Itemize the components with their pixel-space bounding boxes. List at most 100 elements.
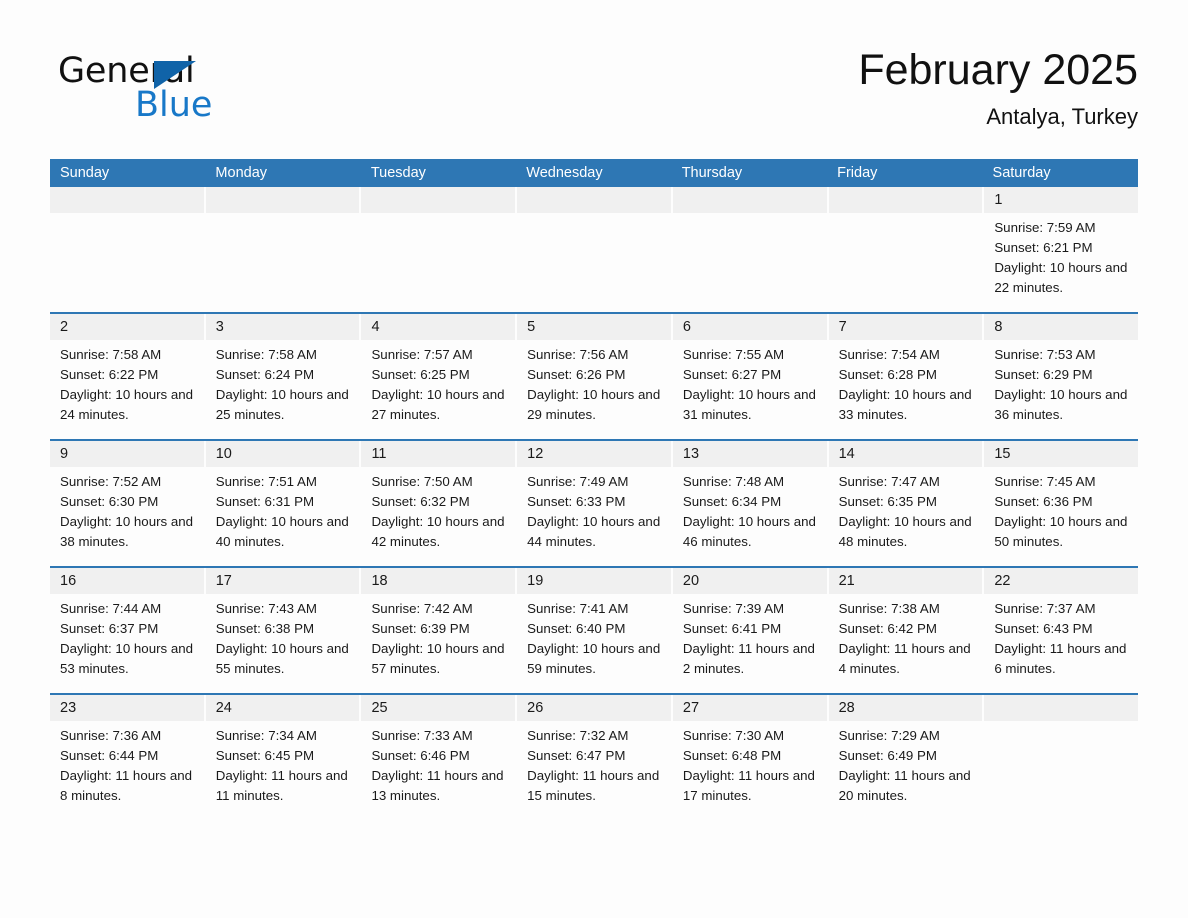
sunrise-text: Sunrise: 7:45 AM	[994, 474, 1096, 489]
sunrise-text: Sunrise: 7:49 AM	[527, 474, 629, 489]
day-number: 25	[361, 695, 516, 721]
day-number: 1	[984, 187, 1139, 213]
day-cell[interactable]: 21 Sunrise: 7:38 AM Sunset: 6:42 PM Dayligh…	[828, 568, 985, 693]
day-number: 24	[205, 695, 360, 721]
sunset-text: Sunset: 6:40 PM	[527, 621, 626, 636]
day-number: 12	[517, 441, 671, 467]
location-subtitle: Antalya, Turkey	[986, 104, 1138, 129]
weekday-header-thursday: Thursday	[681, 165, 743, 181]
day-cell[interactable]: 13 Sunrise: 7:48 AM Sunset: 6:34 PM Dayligh…	[672, 441, 829, 566]
day-cell[interactable]: 4 Sunrise: 7:57 AM Sunset: 6:25 PM Daylight…	[361, 314, 518, 439]
sunset-text: Sunset: 6:38 PM	[215, 621, 315, 636]
sunset-text: Sunset: 6:22 PM	[60, 367, 159, 382]
day-cell[interactable]: 9 Sunrise: 7:52 AM Sunset: 6:30 PM Daylight…	[50, 441, 206, 566]
daylight-text: Daylight: 11 hours and 13 minutes.	[371, 768, 504, 803]
day-details: Sunrise: 7:36 AM Sunset: 6:44 PM Daylight:…	[50, 721, 204, 820]
daylight-text: Daylight: 10 hours and 31 minutes.	[682, 387, 816, 422]
daylight-text: Daylight: 11 hours and 11 minutes.	[215, 768, 348, 803]
day-cell[interactable]: 26 Sunrise: 7:32 AM Sunset: 6:47 PM Dayligh…	[517, 695, 673, 820]
daylight-text: Daylight: 11 hours and 20 minutes.	[838, 768, 971, 803]
daylight-text: Daylight: 11 hours and 4 minutes.	[838, 641, 971, 676]
sunrise-text: Sunrise: 7:37 AM	[994, 601, 1096, 616]
sunset-text: Sunset: 6:29 PM	[994, 367, 1093, 382]
day-number: 23	[50, 695, 204, 721]
day-cell[interactable]: 2 Sunrise: 7:58 AM Sunset: 6:22 PM Daylight…	[50, 314, 206, 439]
day-cell-empty	[828, 187, 985, 312]
day-details	[206, 213, 360, 312]
day-cell[interactable]: 7 Sunrise: 7:54 AM Sunset: 6:28 PM Daylight…	[828, 314, 985, 439]
calendar-table: Sunday Monday Tuesday Wednesday Thursday…	[50, 159, 1139, 820]
day-cell-empty	[50, 187, 206, 312]
day-details: Sunrise: 7:58 AM Sunset: 6:22 PM Daylight:…	[50, 340, 204, 439]
day-cell[interactable]: 11 Sunrise: 7:50 AM Sunset: 6:32 PM Dayligh…	[361, 441, 518, 566]
day-details: Sunrise: 7:54 AM Sunset: 6:28 PM Daylight:…	[829, 340, 983, 439]
day-details: Sunrise: 7:53 AM Sunset: 6:29 PM Daylight:…	[984, 340, 1138, 439]
day-details: Sunrise: 7:51 AM Sunset: 6:31 PM Daylight:…	[206, 467, 360, 566]
daylight-text: Daylight: 10 hours and 22 minutes.	[994, 260, 1128, 295]
day-cell[interactable]: 19 Sunrise: 7:41 AM Sunset: 6:40 PM Dayligh…	[517, 568, 673, 693]
day-cell[interactable]: 20 Sunrise: 7:39 AM Sunset: 6:41 PM Dayligh…	[672, 568, 829, 693]
sunset-text: Sunset: 6:47 PM	[527, 748, 626, 763]
day-cell[interactable]: 10 Sunrise: 7:51 AM Sunset: 6:31 PM Dayligh…	[205, 441, 362, 566]
day-number	[361, 187, 516, 213]
sunrise-text: Sunrise: 7:33 AM	[371, 728, 473, 743]
day-number: 13	[672, 441, 827, 467]
sunrise-text: Sunrise: 7:47 AM	[838, 474, 940, 489]
weekday-header-wednesday: Wednesday	[526, 165, 603, 181]
sunrise-text: Sunrise: 7:57 AM	[371, 347, 473, 362]
day-number: 10	[205, 441, 360, 467]
day-cell[interactable]: 17 Sunrise: 7:43 AM Sunset: 6:38 PM Dayligh…	[205, 568, 362, 693]
day-cell[interactable]: 8 Sunrise: 7:53 AM Sunset: 6:29 PM Daylight…	[984, 314, 1139, 439]
day-number: 22	[984, 568, 1139, 594]
sunset-text: Sunset: 6:36 PM	[994, 494, 1093, 509]
daylight-text: Daylight: 11 hours and 17 minutes.	[682, 768, 815, 803]
sunset-text: Sunset: 6:43 PM	[994, 621, 1093, 636]
day-cell[interactable]: 22 Sunrise: 7:37 AM Sunset: 6:43 PM Dayligh…	[984, 568, 1139, 693]
sunset-text: Sunset: 6:45 PM	[215, 748, 315, 763]
calendar-week-inner: 2 Sunrise: 7:58 AM Sunset: 6:22 PM Daylight…	[50, 314, 1139, 439]
day-cell[interactable]: 15 Sunrise: 7:45 AM Sunset: 6:36 PM Dayligh…	[984, 441, 1139, 566]
day-cell[interactable]: 28 Sunrise: 7:29 AM Sunset: 6:49 PM Dayligh…	[828, 695, 985, 820]
day-cell[interactable]: 3 Sunrise: 7:58 AM Sunset: 6:24 PM Daylight…	[205, 314, 362, 439]
day-cell[interactable]: 16 Sunrise: 7:44 AM Sunset: 6:37 PM Dayligh…	[50, 568, 206, 693]
day-cell[interactable]: 25 Sunrise: 7:33 AM Sunset: 6:46 PM Dayligh…	[361, 695, 518, 820]
day-cell[interactable]: 14 Sunrise: 7:47 AM Sunset: 6:35 PM Dayligh…	[828, 441, 985, 566]
daylight-text: Daylight: 10 hours and 42 minutes.	[371, 514, 505, 549]
day-details: Sunrise: 7:49 AM Sunset: 6:33 PM Daylight:…	[517, 467, 671, 566]
day-details: Sunrise: 7:34 AM Sunset: 6:45 PM Daylight:…	[206, 721, 360, 820]
page-title: February 2025	[858, 46, 1138, 94]
day-number	[517, 187, 671, 213]
daylight-text: Daylight: 10 hours and 59 minutes.	[527, 641, 661, 676]
day-number: 5	[517, 314, 671, 340]
daylight-text: Daylight: 10 hours and 53 minutes.	[60, 641, 194, 676]
day-cell[interactable]: 27 Sunrise: 7:30 AM Sunset: 6:48 PM Dayligh…	[672, 695, 829, 820]
day-cell[interactable]: 18 Sunrise: 7:42 AM Sunset: 6:39 PM Dayligh…	[361, 568, 518, 693]
day-cell[interactable]: 6 Sunrise: 7:55 AM Sunset: 6:27 PM Daylight…	[672, 314, 829, 439]
calendar-weeks: 1 Sunrise: 7:59 AM Sunset: 6:21 PM Daylight…	[50, 187, 1139, 820]
day-details: Sunrise: 7:52 AM Sunset: 6:30 PM Daylight:…	[50, 467, 204, 566]
day-number: 11	[361, 441, 516, 467]
day-details: Sunrise: 7:29 AM Sunset: 6:49 PM Daylight:…	[829, 721, 983, 820]
day-cell[interactable]: 5 Sunrise: 7:56 AM Sunset: 6:26 PM Daylight…	[517, 314, 673, 439]
day-cell[interactable]: 12 Sunrise: 7:49 AM Sunset: 6:33 PM Dayligh…	[517, 441, 673, 566]
sunset-text: Sunset: 6:37 PM	[60, 621, 159, 636]
daylight-text: Daylight: 11 hours and 2 minutes.	[682, 641, 815, 676]
day-details: Sunrise: 7:59 AM Sunset: 6:21 PM Daylight:…	[984, 213, 1138, 312]
day-details: Sunrise: 7:47 AM Sunset: 6:35 PM Daylight:…	[829, 467, 983, 566]
day-cell[interactable]: 23 Sunrise: 7:36 AM Sunset: 6:44 PM Dayligh…	[50, 695, 206, 820]
calendar-week-row: 2 Sunrise: 7:58 AM Sunset: 6:22 PM Daylight…	[50, 312, 1139, 439]
sunset-text: Sunset: 6:30 PM	[60, 494, 159, 509]
daylight-text: Daylight: 10 hours and 57 minutes.	[371, 641, 505, 676]
day-number: 16	[50, 568, 204, 594]
daylight-text: Daylight: 10 hours and 27 minutes.	[371, 387, 505, 422]
sunset-text: Sunset: 6:41 PM	[682, 621, 782, 636]
sunset-text: Sunset: 6:48 PM	[682, 748, 782, 763]
calendar-week-row: 1 Sunrise: 7:59 AM Sunset: 6:21 PM Daylight…	[50, 187, 1139, 312]
day-number	[672, 187, 827, 213]
day-number: 4	[361, 314, 516, 340]
day-details: Sunrise: 7:45 AM Sunset: 6:36 PM Daylight:…	[984, 467, 1138, 566]
day-cell[interactable]: 1 Sunrise: 7:59 AM Sunset: 6:21 PM Daylight…	[984, 187, 1139, 312]
sunset-text: Sunset: 6:27 PM	[682, 367, 782, 382]
day-cell[interactable]: 24 Sunrise: 7:34 AM Sunset: 6:45 PM Dayligh…	[205, 695, 362, 820]
weekday-header-row: Sunday Monday Tuesday Wednesday Thursday…	[50, 159, 1138, 187]
